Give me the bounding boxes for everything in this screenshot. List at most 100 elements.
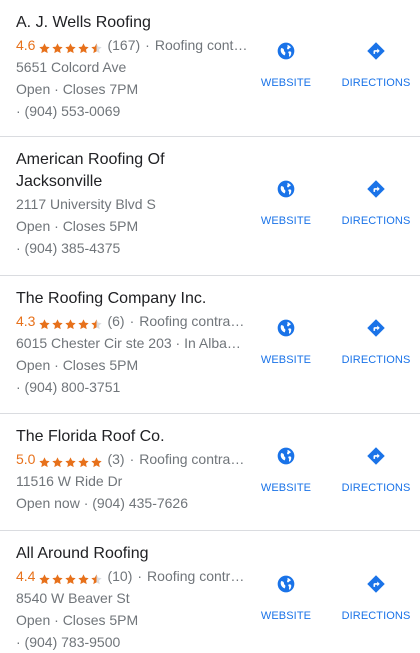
result-actions: WEBSITE DIRECTIONS <box>240 414 420 530</box>
globe-icon <box>276 179 296 199</box>
star-icon <box>51 39 64 53</box>
business-name[interactable]: The Florida Roof Co. <box>16 426 248 448</box>
rating-value: 4.6 <box>16 37 36 53</box>
star-icon <box>51 453 64 467</box>
business-type: Roofing contractor <box>139 451 248 467</box>
result-info[interactable]: The Florida Roof Co. 5.0 (3) · Roofing c… <box>16 426 248 514</box>
directions-label: DIRECTIONS <box>341 215 411 227</box>
phone: · (904) 783-9500 <box>16 634 121 650</box>
website-button[interactable]: WEBSITE <box>241 574 331 623</box>
business-type: Roofing contractor <box>154 37 248 53</box>
result-actions: WEBSITE DIRECTIONS <box>240 0 420 136</box>
separator: · <box>145 37 150 53</box>
star-icon <box>64 39 77 53</box>
address: 6015 Chester Cir ste 203 · In Albany Ind… <box>16 335 248 351</box>
website-button[interactable]: WEBSITE <box>241 446 331 495</box>
address: 5651 Colcord Ave <box>16 59 127 75</box>
address: 8540 W Beaver St <box>16 590 130 606</box>
globe-icon <box>276 574 296 594</box>
directions-label: DIRECTIONS <box>341 354 411 366</box>
results-list: A. J. Wells Roofing 4.6 (167) · Roofing … <box>0 0 420 653</box>
rating-row: 4.6 (167) · Roofing contractor <box>16 34 248 56</box>
rating-value: 4.4 <box>16 568 36 584</box>
website-label: WEBSITE <box>260 77 312 89</box>
rating-row: 4.4 (10) · Roofing contractor <box>16 565 248 587</box>
directions-button[interactable]: DIRECTIONS <box>331 574 420 623</box>
star-icon <box>77 570 90 584</box>
review-count: (10) <box>107 568 133 584</box>
business-type: Roofing contractor <box>139 313 248 329</box>
separator: · <box>129 451 135 467</box>
business-name[interactable]: A. J. Wells Roofing <box>16 12 248 34</box>
business-name[interactable]: All Around Roofing <box>16 543 248 565</box>
star-icon <box>90 39 103 53</box>
separator: · <box>129 313 135 329</box>
star-icon <box>64 315 77 329</box>
directions-icon <box>366 574 386 594</box>
result-info[interactable]: A. J. Wells Roofing 4.6 (167) · Roofing … <box>16 12 248 122</box>
result-info[interactable]: All Around Roofing 4.4 (10) · Roofing co… <box>16 543 248 653</box>
star-icon <box>90 570 103 584</box>
address: 11516 W Ride Dr <box>16 473 123 489</box>
star-rating <box>38 453 103 467</box>
business-name[interactable]: American Roofing Of Jacksonville <box>16 149 248 193</box>
star-icon <box>51 315 64 329</box>
result-actions: WEBSITE DIRECTIONS <box>240 531 420 653</box>
review-count: (167) <box>107 37 141 53</box>
website-button[interactable]: WEBSITE <box>241 318 331 367</box>
result-actions: WEBSITE DIRECTIONS <box>240 276 420 413</box>
website-button[interactable]: WEBSITE <box>241 41 331 90</box>
directions-label: DIRECTIONS <box>341 77 411 89</box>
result-info[interactable]: The Roofing Company Inc. 4.3 (6) · Roofi… <box>16 288 248 398</box>
star-rating <box>38 39 103 53</box>
directions-button[interactable]: DIRECTIONS <box>331 446 420 495</box>
globe-icon <box>276 318 296 338</box>
rating-row: 4.3 (6) · Roofing contractor <box>16 310 248 332</box>
result-item[interactable]: American Roofing Of Jacksonville 2117 Un… <box>0 137 420 276</box>
phone: · (904) 553-0069 <box>16 103 121 119</box>
business-type: Roofing contractor <box>147 568 248 584</box>
star-rating <box>38 570 103 584</box>
directions-button[interactable]: DIRECTIONS <box>331 41 420 90</box>
result-item[interactable]: The Florida Roof Co. 5.0 (3) · Roofing c… <box>0 414 420 531</box>
star-icon <box>64 453 77 467</box>
result-info[interactable]: American Roofing Of Jacksonville 2117 Un… <box>16 149 248 259</box>
business-name[interactable]: The Roofing Company Inc. <box>16 288 248 310</box>
star-icon <box>77 39 90 53</box>
separator: · <box>137 568 143 584</box>
result-actions: WEBSITE DIRECTIONS <box>240 137 420 275</box>
hours-status: Open · Closes 5PM <box>16 612 139 628</box>
globe-icon <box>276 41 296 61</box>
star-rating <box>38 315 103 329</box>
star-icon <box>90 453 103 467</box>
directions-button[interactable]: DIRECTIONS <box>331 318 420 367</box>
star-icon <box>38 315 51 329</box>
hours-status: Open · Closes 7PM <box>16 81 139 97</box>
website-button[interactable]: WEBSITE <box>241 179 331 228</box>
directions-button[interactable]: DIRECTIONS <box>331 179 420 228</box>
result-item[interactable]: All Around Roofing 4.4 (10) · Roofing co… <box>0 531 420 653</box>
result-item[interactable]: A. J. Wells Roofing 4.6 (167) · Roofing … <box>0 0 420 137</box>
star-icon <box>51 570 64 584</box>
phone: · (904) 385-4375 <box>16 240 121 256</box>
phone: · (904) 800-3751 <box>16 379 121 395</box>
hours-status: Open · Closes 5PM <box>16 357 139 373</box>
hours-status: Open · Closes 5PM <box>16 218 139 234</box>
star-icon <box>38 39 51 53</box>
website-label: WEBSITE <box>260 610 312 622</box>
website-label: WEBSITE <box>260 482 312 494</box>
star-icon <box>90 315 103 329</box>
review-count: (6) <box>107 313 125 329</box>
star-icon <box>77 453 90 467</box>
directions-label: DIRECTIONS <box>341 610 411 622</box>
star-icon <box>77 315 90 329</box>
rating-row: 5.0 (3) · Roofing contractor <box>16 448 248 470</box>
result-item[interactable]: The Roofing Company Inc. 4.3 (6) · Roofi… <box>0 276 420 414</box>
star-icon <box>38 453 51 467</box>
star-icon <box>64 570 77 584</box>
rating-value: 4.3 <box>16 313 36 329</box>
directions-icon <box>366 318 386 338</box>
review-count: (3) <box>107 451 125 467</box>
directions-label: DIRECTIONS <box>341 482 411 494</box>
website-label: WEBSITE <box>260 354 312 366</box>
